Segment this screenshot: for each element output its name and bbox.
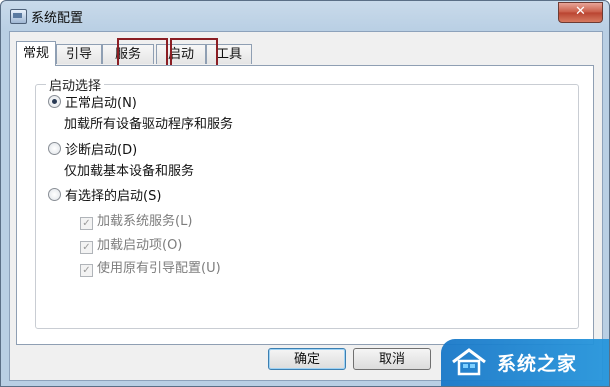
selective-startup-label: 有选择的启动(S): [65, 189, 162, 204]
load-startup-items-checkbox[interactable]: ✓ 加载启动项(O): [80, 237, 182, 255]
close-button[interactable]: ✕: [558, 2, 603, 23]
group-title: 启动选择: [46, 75, 105, 94]
diagnostic-startup-description: 仅加载基本设备和服务: [64, 164, 195, 179]
startup-tab-highlight: [170, 38, 218, 68]
checkbox-check-icon: ✓: [80, 241, 93, 254]
house-logo-icon: [452, 348, 486, 376]
use-original-boot-config-checkbox[interactable]: ✓ 使用原有引导配置(U): [80, 260, 221, 278]
startup-selection-group: 启动选择 正常启动(N) 加载所有设备驱动程序和服务 诊断启动(D) 仅加载基本…: [35, 75, 579, 329]
selective-startup-option[interactable]: 有选择的启动(S): [48, 188, 161, 206]
watermark-logo: 系统之家: [441, 339, 609, 386]
window-title: 系统配置: [31, 11, 84, 26]
watermark-text: 系统之家: [497, 353, 578, 375]
use-original-boot-config-label: 使用原有引导配置(U): [97, 261, 221, 276]
services-tab-highlight: [117, 38, 168, 68]
tab-boot[interactable]: 引导: [56, 44, 102, 64]
app-icon: [10, 9, 27, 24]
normal-startup-description: 加载所有设备驱动程序和服务: [64, 117, 234, 132]
tab-general[interactable]: 常规: [16, 41, 56, 66]
diagnostic-startup-option[interactable]: 诊断启动(D): [48, 142, 137, 160]
cancel-button[interactable]: 取消: [353, 348, 431, 370]
normal-startup-radio[interactable]: [48, 95, 61, 108]
title-bar[interactable]: 系统配置 ✕: [1, 1, 609, 31]
normal-startup-option[interactable]: 正常启动(N): [48, 95, 137, 113]
ok-button[interactable]: 确定: [268, 348, 346, 370]
checkbox-check-icon: ✓: [80, 217, 93, 230]
dialog-body: 常规 引导 服务 启动 工具 启动选择 正常启动(N) 加载所有设备驱动程序和服…: [9, 31, 603, 381]
general-tab-panel: 启动选择 正常启动(N) 加载所有设备驱动程序和服务 诊断启动(D) 仅加载基本…: [16, 65, 594, 345]
selective-startup-radio[interactable]: [48, 188, 61, 201]
load-system-services-label: 加载系统服务(L): [97, 214, 193, 229]
load-system-services-checkbox[interactable]: ✓ 加载系统服务(L): [80, 213, 192, 231]
checkbox-check-icon: ✓: [80, 264, 93, 277]
diagnostic-startup-label: 诊断启动(D): [65, 143, 138, 158]
normal-startup-label: 正常启动(N): [65, 96, 137, 111]
load-startup-items-label: 加载启动项(O): [97, 238, 183, 253]
diagnostic-startup-radio[interactable]: [48, 142, 61, 155]
system-config-window: 系统配置 ✕ 常规 引导 服务 启动 工具 启动选择 正常启动(N) 加载所有设…: [0, 0, 610, 387]
